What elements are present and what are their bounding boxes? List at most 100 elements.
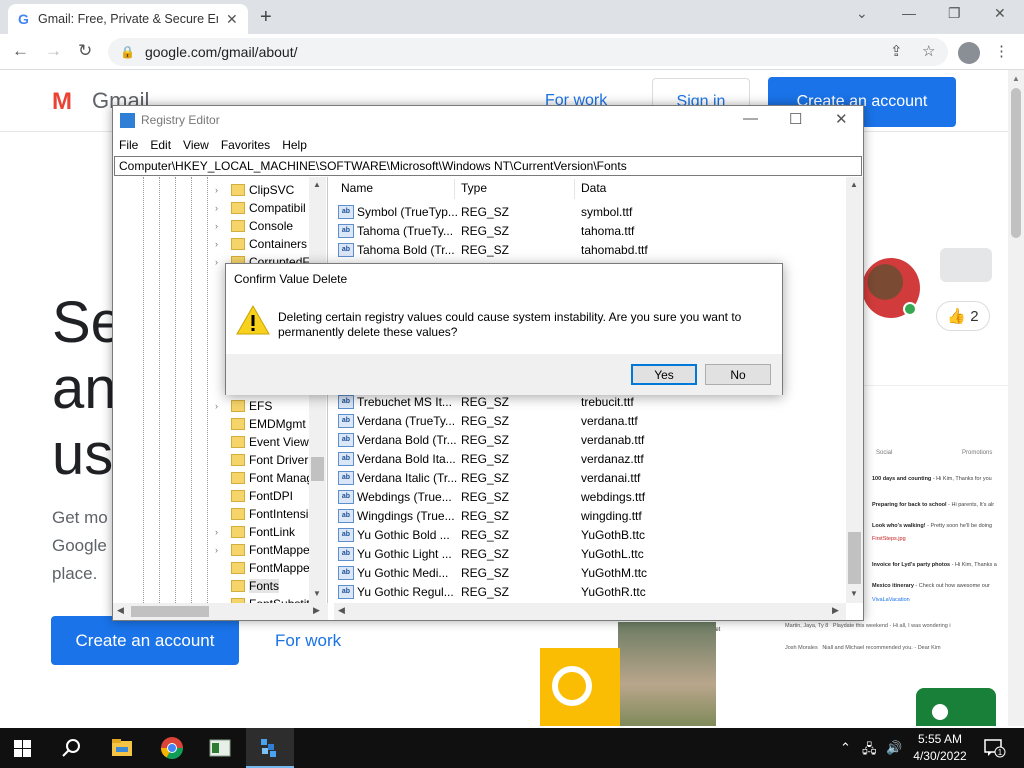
column-separator[interactable] — [574, 179, 575, 199]
windows-start-icon[interactable] — [14, 740, 31, 757]
registry-value-row[interactable]: ab Verdana (TrueTy... REG_SZ verdana.ttf — [334, 412, 846, 431]
no-button[interactable]: No — [705, 364, 771, 385]
tree-node[interactable]: › Console — [215, 217, 293, 235]
values-scroll-thumb[interactable] — [848, 532, 861, 584]
gmail-logo-icon[interactable]: M — [52, 88, 72, 116]
tree-horizontal-scrollbar[interactable]: ◀ ▶ — [113, 603, 328, 620]
lock-icon[interactable]: 🔒 — [120, 45, 135, 59]
tab-close-icon[interactable]: ✕ — [226, 11, 238, 28]
minimize-icon[interactable]: — — [902, 5, 916, 21]
registry-value-row[interactable]: ab Verdana Bold (Tr... REG_SZ verdanab.ttf — [334, 431, 846, 450]
registry-value-row[interactable]: ab Tahoma Bold (Tr... REG_SZ tahomabd.ttf — [334, 241, 846, 260]
reload-icon[interactable]: ↻ — [78, 41, 92, 61]
share-icon[interactable]: ⇪ — [890, 42, 903, 60]
regedit-close-icon[interactable]: ✕ — [835, 110, 848, 128]
registry-value-row[interactable]: ab Wingdings (True... REG_SZ wingding.ttf — [334, 507, 846, 526]
registry-value-row[interactable]: ab Yu Gothic Light ... REG_SZ YuGothL.ttc — [334, 545, 846, 564]
tree-scroll-thumb[interactable] — [311, 457, 324, 481]
values-horizontal-scrollbar[interactable]: ◀ ▶ — [334, 603, 846, 620]
values-scroll-left-icon[interactable]: ◀ — [338, 605, 345, 616]
registry-value-row[interactable]: ab Webdings (True... REG_SZ webdings.ttf — [334, 488, 846, 507]
registry-editor-icon[interactable] — [258, 736, 282, 760]
menu-help[interactable]: Help — [276, 136, 313, 156]
column-separator[interactable] — [454, 179, 455, 199]
tree-hscroll-thumb[interactable] — [131, 606, 209, 617]
tree-expand-icon[interactable]: › — [215, 221, 225, 231]
scroll-thumb[interactable] — [1011, 88, 1021, 238]
action-center-icon[interactable]: 1 — [984, 738, 1006, 758]
values-scroll-right-icon[interactable]: ▶ — [832, 605, 839, 616]
regedit-address-bar[interactable]: Computer\HKEY_LOCAL_MACHINE\SOFTWARE\Mic… — [114, 156, 862, 176]
column-header-type[interactable]: Type — [461, 181, 487, 195]
tab-search-icon[interactable]: ⌄ — [856, 5, 868, 22]
profile-avatar-icon[interactable] — [958, 42, 980, 64]
menu-favorites[interactable]: Favorites — [215, 136, 276, 156]
tree-node[interactable]: FontMappe — [215, 559, 310, 577]
menu-kebab-icon[interactable]: ⋮ — [994, 42, 1009, 60]
forward-icon[interactable]: → — [45, 41, 62, 61]
tree-scroll-left-icon[interactable]: ◀ — [117, 605, 124, 616]
tree-node[interactable]: › ClipSVC — [215, 181, 294, 199]
tree-expand-icon[interactable]: › — [215, 527, 225, 537]
tree-expand-icon[interactable]: › — [215, 185, 225, 195]
values-vertical-scrollbar[interactable]: ▲ ▼ — [846, 177, 863, 603]
tree-scroll-down-icon[interactable]: ▼ — [313, 589, 321, 598]
tree-expand-icon[interactable]: › — [215, 239, 225, 249]
tree-node[interactable]: Fonts — [215, 577, 280, 595]
registry-value-row[interactable]: ab Verdana Bold Ita... REG_SZ verdanaz.ttf — [334, 450, 846, 469]
registry-value-row[interactable]: ab Verdana Italic (Tr... REG_SZ verdanai.tt… — [334, 469, 846, 488]
tree-expand-icon[interactable]: › — [215, 401, 225, 411]
menu-edit[interactable]: Edit — [144, 136, 177, 156]
network-icon[interactable]: 🖧 — [862, 740, 877, 762]
menu-view[interactable]: View — [177, 136, 215, 156]
show-hidden-icons-icon[interactable]: ⌃ — [840, 740, 851, 756]
tree-node[interactable]: FontDPI — [215, 487, 293, 505]
tree-node[interactable]: › EFS — [215, 397, 272, 415]
tree-expand-icon[interactable]: › — [215, 203, 225, 213]
back-icon[interactable]: ← — [12, 41, 29, 61]
yes-button[interactable]: Yes — [631, 364, 697, 385]
new-tab-icon[interactable]: + — [260, 6, 272, 29]
regedit-titlebar[interactable]: Registry Editor — ☐ ✕ — [113, 106, 863, 136]
tree-node[interactable]: Font Driver — [215, 451, 308, 469]
tree-node[interactable]: FontSubstit — [215, 595, 310, 603]
tree-node[interactable]: EMDMgmt — [215, 415, 306, 433]
close-window-icon[interactable]: ✕ — [994, 5, 1006, 22]
system-clock[interactable]: 5:55 AM 4/30/2022 — [908, 731, 972, 765]
tree-scroll-up-icon[interactable]: ▲ — [313, 180, 321, 189]
registry-value-row[interactable]: ab Yu Gothic Medi... REG_SZ YuGothM.ttc — [334, 564, 846, 583]
page-scrollbar[interactable]: ▲ ▼ — [1008, 70, 1024, 726]
address-bar[interactable]: 🔒 google.com/gmail/about/ — [108, 38, 948, 66]
create-account-button-hero[interactable]: Create an account — [51, 616, 239, 665]
registry-value-row[interactable]: ab Tahoma (TrueTy... REG_SZ tahoma.ttf — [334, 222, 846, 241]
registry-value-row[interactable]: ab Yu Gothic Bold ... REG_SZ YuGothB.ttc — [334, 526, 846, 545]
tree-node[interactable]: › Containers — [215, 235, 307, 253]
tree-node[interactable]: Event Viewe — [215, 433, 316, 451]
tree-scroll-right-icon[interactable]: ▶ — [313, 605, 320, 616]
tree-expand-icon[interactable]: › — [215, 257, 225, 267]
registry-value-row[interactable]: ab Symbol (TrueTyp... REG_SZ symbol.ttf — [334, 203, 846, 222]
menu-file[interactable]: File — [113, 136, 144, 156]
tree-node[interactable]: › FontMappe — [215, 541, 310, 559]
column-header-name[interactable]: Name — [341, 181, 373, 195]
app-window-icon[interactable] — [208, 736, 232, 760]
tree-node[interactable]: FontIntensi — [215, 505, 308, 523]
chrome-icon[interactable] — [160, 736, 184, 760]
volume-icon[interactable]: 🔊 — [886, 740, 902, 756]
tree-expand-icon[interactable]: › — [215, 545, 225, 555]
values-scroll-up-icon[interactable]: ▲ — [850, 180, 858, 189]
registry-value-row[interactable]: ab Trebuchet MS It... REG_SZ trebucit.ttf — [334, 393, 846, 412]
regedit-maximize-icon[interactable]: ☐ — [789, 110, 802, 128]
search-icon[interactable] — [60, 736, 84, 760]
values-scroll-down-icon[interactable]: ▼ — [850, 589, 858, 598]
file-explorer-icon[interactable] — [110, 736, 134, 760]
tree-node[interactable]: Font Manag — [215, 469, 313, 487]
registry-value-row[interactable]: ab Yu Gothic Regul... REG_SZ YuGothR.ttc — [334, 583, 846, 602]
bookmark-star-icon[interactable]: ☆ — [922, 42, 935, 60]
tree-node[interactable]: › FontLink — [215, 523, 295, 541]
for-work-link-hero[interactable]: For work — [275, 631, 341, 651]
tree-node[interactable]: › Compatibil — [215, 199, 306, 217]
column-header-data[interactable]: Data — [581, 181, 606, 195]
restore-icon[interactable]: ❐ — [948, 5, 961, 22]
regedit-minimize-icon[interactable]: — — [743, 110, 758, 127]
